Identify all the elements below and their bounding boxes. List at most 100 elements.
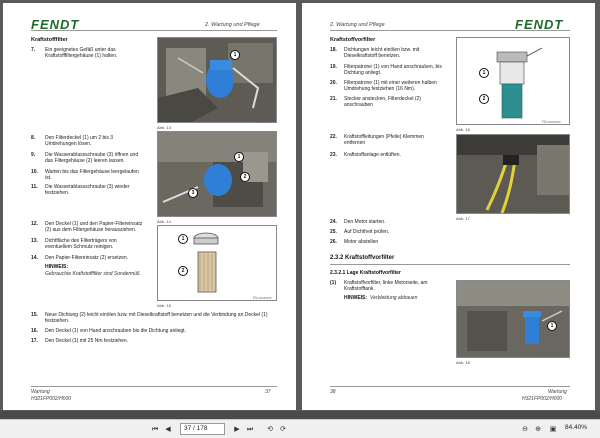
step-number: 21. bbox=[330, 96, 337, 102]
step-text: Filterpatrone (1) mit einer weiteren hal… bbox=[344, 80, 437, 93]
footer-docnumber: H321FP002/H000 bbox=[31, 396, 72, 402]
filter-photo bbox=[158, 132, 276, 216]
figure-caption: Abb. 14 bbox=[157, 219, 171, 224]
prefilter-location-photo bbox=[457, 281, 569, 357]
step-text: Auf Dichtheit prüfen. bbox=[344, 229, 390, 235]
step-number: 15. bbox=[31, 312, 38, 318]
filter-parts-drawing bbox=[158, 226, 276, 300]
step-text: Den Deckel (1) mit 25 Nm festziehen. bbox=[45, 338, 129, 344]
callout-1: 1 bbox=[479, 68, 489, 78]
zoom-out-icon[interactable]: ⊖ bbox=[520, 424, 530, 435]
section-title: Kraftstofffilter bbox=[31, 37, 68, 43]
step-text: Den Papier-Filtereinsatz (2) ersetzen. bbox=[45, 255, 129, 261]
step-text: Dichtungen leicht einölen bzw. mit Diese… bbox=[344, 47, 420, 60]
step-text: Neue Dichtung (2) leicht einölen bzw. mi… bbox=[45, 312, 268, 325]
callout-1: 1 bbox=[178, 234, 188, 244]
header-divider bbox=[31, 30, 277, 31]
step-text: Dichtfläche des Filterträgers von eventu… bbox=[45, 238, 117, 251]
step-text: Den Filterdeckel (1) um 2 bis 3 Umdrehun… bbox=[45, 135, 114, 148]
footer-section: Wartung bbox=[31, 389, 50, 395]
next-page-icon[interactable]: ▶ bbox=[232, 424, 242, 435]
step-number: 7. bbox=[31, 47, 36, 53]
subsubsection-title: 2.3.2.1 Lage Kraftstoffvorfilter bbox=[330, 270, 401, 276]
step-number: 14. bbox=[31, 255, 38, 261]
back-icon[interactable]: ⟲ bbox=[265, 424, 275, 435]
left-page: FENDT 2. Wartung und Pflege Kraftstofffi… bbox=[3, 3, 296, 410]
callout-1: 1 bbox=[234, 152, 244, 162]
step-number: 23. bbox=[330, 152, 337, 158]
step-text: Motor abstellen bbox=[344, 239, 379, 245]
figure-code: FAI-xxxxxxxx bbox=[542, 120, 561, 124]
callout-1: 1 bbox=[547, 321, 557, 331]
step-number: 12. bbox=[31, 221, 38, 227]
last-page-icon[interactable]: ⏭ bbox=[245, 424, 255, 435]
fuel-lines-photo bbox=[457, 135, 569, 213]
step-text: Den Motor starten. bbox=[344, 219, 386, 225]
page-number-input[interactable]: 37 / 178 bbox=[180, 423, 225, 435]
footer-divider bbox=[330, 386, 570, 387]
forward-icon[interactable]: ⟳ bbox=[278, 424, 288, 435]
figure-18-image: 1 bbox=[456, 280, 570, 358]
step-number: 9. bbox=[31, 152, 36, 158]
step-text: Kraftstoffleitungen (Pfeile) Klemmen ent… bbox=[344, 134, 424, 147]
footer-docnumber: H321FP002/H000 bbox=[522, 396, 563, 402]
step-number: 18. bbox=[330, 47, 337, 53]
step-text: Filterpatrone (1) von Hand anschrauben, … bbox=[344, 64, 442, 77]
zoom-level[interactable]: 84.40% bbox=[565, 424, 587, 431]
step-text: Den Deckel (1) und den Papier-Filtereins… bbox=[45, 221, 143, 234]
figure-caption: Abb. 18 bbox=[456, 360, 470, 365]
note-text: Gebrauchte Kraftstofffilter sind Sonderm… bbox=[45, 271, 141, 277]
subsection-title: 2.3.2 Kraftstoffvorfilter bbox=[330, 255, 395, 261]
step-number: 25. bbox=[330, 229, 337, 235]
step-number: 26. bbox=[330, 239, 337, 245]
header-title: 2. Wartung und Pflege bbox=[330, 22, 385, 28]
callout-2: 2 bbox=[178, 266, 188, 276]
step-text: Die Wasserablassschraube (3) öffnen und … bbox=[45, 152, 139, 165]
step-number: 13. bbox=[31, 238, 38, 244]
step-number: 8. bbox=[31, 135, 36, 141]
step-number: (1) bbox=[330, 280, 337, 286]
step-number: 11. bbox=[31, 184, 38, 190]
figure-14-image: 1 2 3 bbox=[157, 131, 277, 217]
figure-16-image: 1 2 bbox=[456, 37, 570, 125]
horizontal-scroll-area[interactable] bbox=[0, 411, 600, 419]
note-text: Verbleidung abbauen bbox=[370, 295, 418, 301]
step-text: Kraftstoffvorfilter, linke Motorseite, a… bbox=[344, 280, 428, 293]
figure-code: FAI-xxxxxxxx bbox=[253, 213, 272, 217]
figure-caption: Abb. 16 bbox=[456, 127, 470, 132]
figure-15-image: 1 2 bbox=[157, 225, 277, 301]
step-text: Ein geeignetes Gefäß unter das Kraftstof… bbox=[45, 47, 118, 60]
figure-caption: Abb. 17 bbox=[456, 216, 470, 221]
callout-2: 2 bbox=[240, 172, 250, 182]
callout-1: 1 bbox=[230, 50, 240, 60]
step-number: 22. bbox=[330, 134, 337, 140]
callout-3: 3 bbox=[188, 188, 198, 198]
figure-caption: Abb. 13 bbox=[157, 125, 171, 130]
figure-13-image: 1 bbox=[157, 37, 277, 123]
step-number: 24. bbox=[330, 219, 337, 225]
step-number: 16. bbox=[31, 328, 38, 334]
zoom-in-icon[interactable]: ⊕ bbox=[533, 424, 543, 435]
step-text: Den Deckel (1) von Hand anschrauben bis … bbox=[45, 328, 186, 334]
prev-page-icon[interactable]: ◀ bbox=[163, 424, 173, 435]
page-number: 37 bbox=[265, 389, 271, 395]
viewer-toolbar: ⏮ ◀ 37 / 178 ▶ ⏭ ⟲ ⟳ ⊖ ⊕ ▣ 84.40% bbox=[0, 419, 600, 438]
callout-2: 2 bbox=[479, 94, 489, 104]
fit-page-icon[interactable]: ▣ bbox=[548, 424, 558, 435]
note-heading: HINWEIS: bbox=[45, 264, 69, 270]
right-page: 2. Wartung und Pflege FENDT Kraftstoffvo… bbox=[302, 3, 595, 410]
header-title: 2. Wartung und Pflege bbox=[205, 22, 260, 28]
prefilter-drawing bbox=[457, 38, 569, 124]
figure-code: FAI-xxxxxxxx bbox=[253, 120, 272, 124]
figure-code: FAI-xxxxxxxx bbox=[542, 210, 561, 214]
first-page-icon[interactable]: ⏮ bbox=[150, 424, 160, 435]
step-text: Warten bis das Filtergehäuse leergelaufe… bbox=[45, 169, 139, 182]
figure-code: FAI-xxxxxxxx bbox=[542, 354, 561, 358]
step-text: Stecker anstecken, Filterdeckel (2) ansc… bbox=[344, 96, 421, 109]
step-number: 20. bbox=[330, 80, 337, 86]
step-text: Die Wasserablassschraube (3) wieder fest… bbox=[45, 184, 130, 197]
subsection-divider bbox=[330, 264, 570, 265]
step-text: Kraftstoffanlage entlüften. bbox=[344, 152, 401, 158]
figure-code: FAI-xxxxxxxx bbox=[253, 296, 272, 300]
step-number: 10. bbox=[31, 169, 38, 175]
